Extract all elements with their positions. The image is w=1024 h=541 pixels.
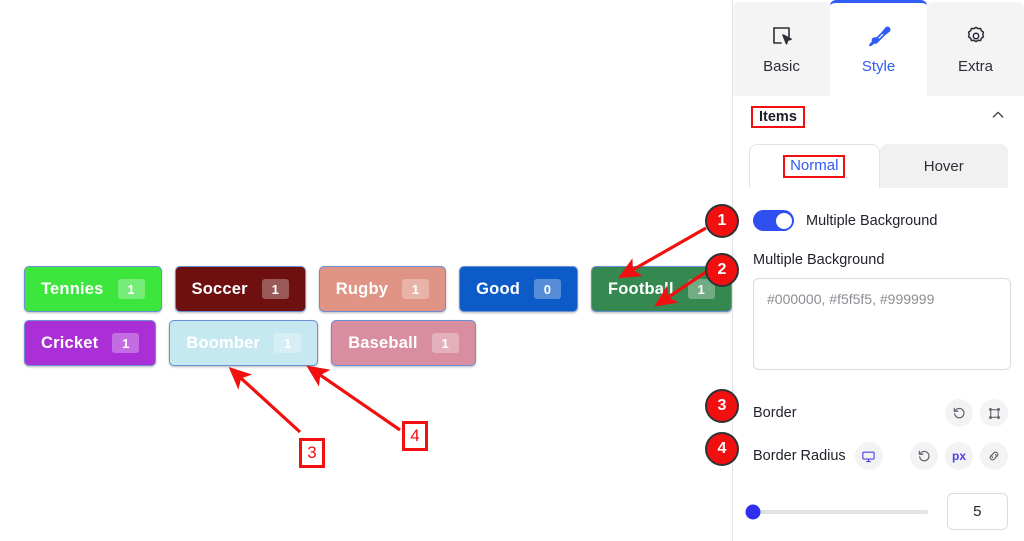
tag-chip-label: Tennies bbox=[41, 279, 104, 298]
tag-chip-count: 1 bbox=[112, 333, 140, 353]
tag-chip-rugby[interactable]: Rugby 1 bbox=[318, 266, 447, 312]
tab-hover-label: Hover bbox=[923, 157, 964, 175]
border-radius-reset-icon[interactable] bbox=[910, 442, 938, 470]
tag-chip-good[interactable]: Good 0 bbox=[459, 266, 578, 312]
editor-canvas: Tennies 1 Soccer 1 Rugby 1 Good 0 Footba… bbox=[0, 0, 732, 541]
border-row: Border bbox=[749, 396, 1008, 430]
settings-panel: Basic Style Extra Items Normal Hover Mul… bbox=[732, 0, 1024, 541]
tag-chip-count: 1 bbox=[687, 279, 715, 299]
panel-body: Items Normal Hover Multiple Background M… bbox=[733, 96, 1024, 530]
tag-chip-tennies[interactable]: Tennies 1 bbox=[24, 266, 162, 312]
border-radius-slider[interactable] bbox=[745, 504, 928, 519]
tag-chip-label: Cricket bbox=[41, 333, 99, 352]
item-state-tab-bar: Normal Hover bbox=[749, 144, 1008, 188]
border-radius-slider-row: 5 bbox=[745, 493, 1008, 530]
tag-chip-football[interactable]: Football 1 bbox=[591, 266, 732, 312]
items-section-header[interactable]: Items bbox=[749, 96, 1008, 138]
tab-normal-label: Normal bbox=[783, 154, 846, 179]
border-reset-icon[interactable] bbox=[945, 399, 973, 427]
tab-hover-state[interactable]: Hover bbox=[879, 144, 1008, 188]
toggle-knob bbox=[775, 212, 792, 229]
paintbrush-icon bbox=[866, 24, 892, 50]
link-icon[interactable] bbox=[980, 442, 1008, 470]
border-radius-label: Border Radius bbox=[753, 448, 846, 464]
tab-label: Basic bbox=[763, 57, 800, 75]
tab-label: Style bbox=[861, 58, 896, 75]
tag-chip-label: Football bbox=[608, 279, 674, 298]
tag-chip-row: Tennies 1 Soccer 1 Rugby 1 Good 0 Footba… bbox=[24, 266, 732, 312]
items-section-title: Items bbox=[751, 105, 805, 129]
border-radius-row: Border Radius px bbox=[749, 439, 1008, 473]
tag-chip-count: 1 bbox=[431, 333, 459, 353]
tab-extra[interactable]: Extra bbox=[927, 2, 1024, 96]
multiple-background-input[interactable] bbox=[753, 278, 1011, 370]
tag-chip-cricket[interactable]: Cricket 1 bbox=[24, 320, 157, 366]
tag-chip-label: Baseball bbox=[348, 333, 418, 352]
tag-chip-count: 1 bbox=[402, 279, 430, 299]
multiple-background-toggle-row: Multiple Background bbox=[749, 210, 1008, 231]
tag-chip-label: Soccer bbox=[191, 279, 248, 298]
border-label: Border bbox=[753, 405, 797, 421]
tag-chip-label: Good bbox=[476, 279, 520, 298]
tab-style[interactable]: Style bbox=[830, 0, 927, 96]
slider-thumb[interactable] bbox=[745, 504, 761, 519]
tag-chip-group: Tennies 1 Soccer 1 Rugby 1 Good 0 Footba… bbox=[24, 266, 732, 374]
cursor-box-icon bbox=[770, 24, 794, 50]
tag-chip-label: Boomber bbox=[186, 333, 261, 352]
multiple-background-toggle[interactable] bbox=[753, 210, 794, 231]
tag-chip-baseball[interactable]: Baseball 1 bbox=[331, 320, 476, 366]
tab-label: Extra bbox=[957, 57, 993, 75]
tab-basic[interactable]: Basic bbox=[733, 2, 830, 96]
tag-chip-row: Cricket 1 Boomber 1 Baseball 1 bbox=[24, 320, 684, 366]
tag-chip-label: Rugby bbox=[335, 279, 389, 298]
gear-icon bbox=[964, 24, 988, 50]
panel-tab-bar: Basic Style Extra bbox=[733, 0, 1024, 96]
border-radius-value[interactable]: 5 bbox=[946, 493, 1008, 530]
multiple-background-field-label: Multiple Background bbox=[753, 252, 885, 268]
tag-chip-count: 1 bbox=[117, 279, 145, 299]
tag-chip-count: 1 bbox=[261, 279, 289, 299]
tag-chip-boomber[interactable]: Boomber 1 bbox=[169, 320, 319, 366]
tag-chip-count: 1 bbox=[274, 333, 302, 353]
tag-chip-soccer[interactable]: Soccer 1 bbox=[174, 266, 306, 312]
tab-normal-state[interactable]: Normal bbox=[749, 144, 880, 188]
border-box-icon[interactable] bbox=[980, 399, 1008, 427]
unit-px-button[interactable]: px bbox=[945, 442, 973, 470]
multiple-background-toggle-label: Multiple Background bbox=[806, 212, 938, 229]
desktop-icon[interactable] bbox=[854, 442, 883, 470]
tag-chip-count: 0 bbox=[534, 279, 561, 299]
chevron-up-icon[interactable] bbox=[990, 107, 1006, 128]
